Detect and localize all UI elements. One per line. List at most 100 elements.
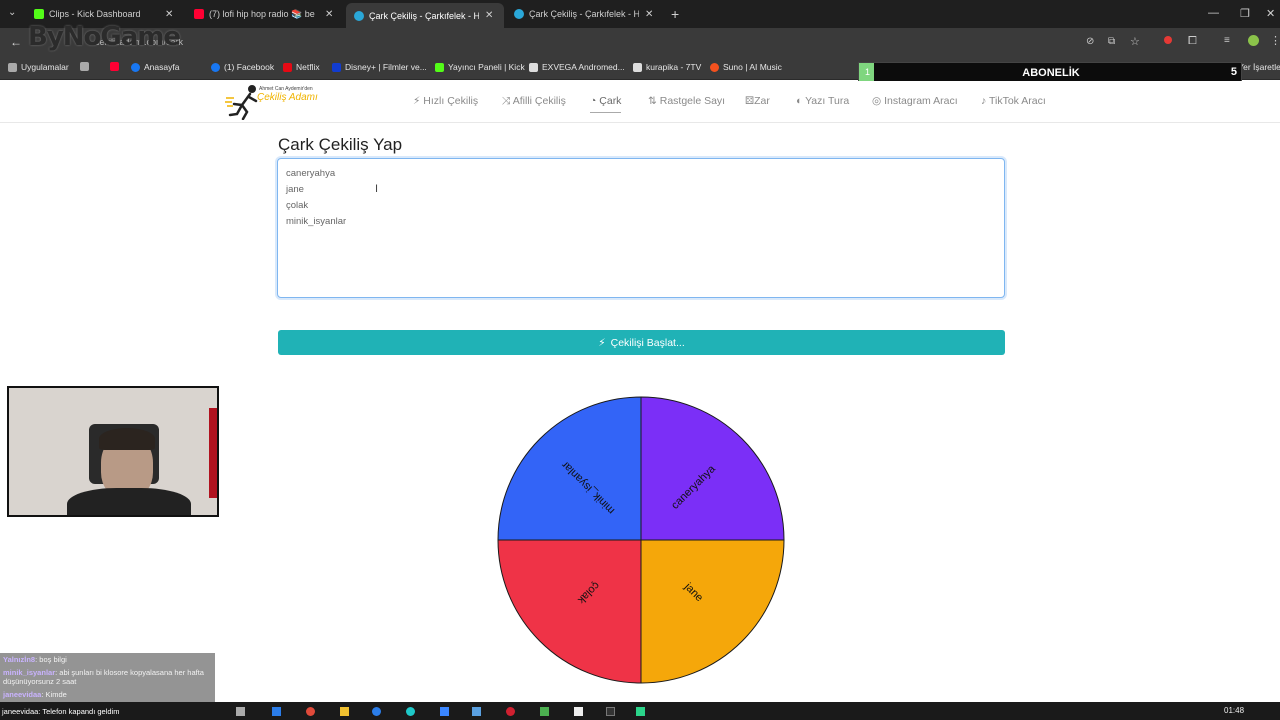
taskbar-app-icon[interactable] [606,707,615,716]
bookmark-disney[interactable]: Disney+ | Filmler ve... [332,62,427,72]
nav-rastgele-sayi[interactable]: ⇅ Rastgele Sayı [648,95,725,107]
nav-afilli-cekilis[interactable]: ⤨ Afilli Çekiliş [502,95,566,108]
taskbar-app-icon[interactable] [506,707,515,716]
nav-label: Çark [599,95,622,107]
nav-tiktok-araci[interactable]: ♪ TikTok Aracı [981,95,1046,107]
profile-avatar[interactable] [1248,35,1259,46]
nav-instagram-araci[interactable]: ◎ Instagram Aracı [872,95,958,107]
maximize-button[interactable]: ❐ [1240,7,1250,20]
bolt-icon: ⚡︎ [413,95,421,107]
extension-record-icon[interactable] [1164,36,1172,44]
nav-label: Hızlı Çekiliş [423,95,479,107]
bookmark-youtube[interactable] [110,62,123,71]
nav-zar[interactable]: ⚄Zar [745,95,770,107]
taskbar-app-icon[interactable] [306,707,315,716]
new-tab-icon[interactable]: + [671,6,679,22]
tracking-off-icon[interactable]: ⊘ [1086,36,1094,47]
taskbar-app-icon[interactable] [636,707,645,716]
webcam-red-light [209,408,217,498]
shuffle-icon: ⤨ [502,95,511,107]
prize-wheel[interactable]: caneryahyajaneçolakminik_isyanlar [496,395,786,685]
taskbar-app-icon[interactable] [372,707,381,716]
kick-favicon-icon [34,9,44,19]
start-draw-button[interactable]: ⚡︎ Çekilişi Başlat... [278,330,1005,355]
apps-grid-icon [8,62,17,72]
streamer-body [67,488,191,515]
menu-icon[interactable]: ⋮ [1270,34,1280,47]
chat-user: Yalnızİn8 [3,655,36,664]
chat-message: Yalnızİn8: boş bilgi [3,655,67,664]
extensions-icon[interactable]: ⧠ [1188,35,1197,48]
nav-cark[interactable]: ◔ Çark [590,95,622,113]
close-tab-icon[interactable]: ✕ [645,9,653,20]
media-icon[interactable]: ≡ [1224,35,1230,46]
suno-icon [710,62,719,72]
home-icon [131,62,140,72]
bookmark-facebook[interactable]: (1) Facebook [211,62,274,72]
bookmark-exvega[interactable]: EXVEGA Andromed... [529,62,625,72]
taskbar-app-icon[interactable] [540,707,549,716]
chat-user: janeevidaa [3,690,42,699]
browser-tab-4[interactable]: Çark Çekiliş - Çarkıfelek - Hızlı Ç ✕ [506,4,664,24]
tab-search-icon[interactable]: ⌄ [8,7,16,18]
install-icon[interactable]: ⧉ [1108,36,1115,47]
bookmark-label: kurapika - 7TV [646,62,702,72]
bookmark-suno[interactable]: Suno | AI Music [710,62,782,72]
close-tab-icon[interactable]: ✕ [485,10,493,21]
kick-icon [435,62,444,72]
start-button-label: Çekilişi Başlat... [610,336,685,349]
bookmark-7tv[interactable]: kurapika - 7TV [633,62,701,72]
youtube-favicon-icon [194,9,204,19]
taskbar-app-icon[interactable] [340,707,349,716]
netflix-icon [283,62,292,72]
nav-yazi-tura[interactable]: ◐ Yazı Tura [796,95,849,107]
wheel-segment [640,539,785,684]
clock[interactable]: 01:48 [1224,706,1244,715]
text-cursor-icon: I [375,183,379,195]
browser-tab-2[interactable]: (7) lofi hip hop radio 📚 be ✕ [186,4,344,24]
browser-tab-1[interactable]: Clips - Kick Dashboard ✕ [26,4,184,24]
star-icon[interactable]: ☆ [1130,35,1140,48]
bookmark-kick[interactable]: Yayıncı Paneli | Kick [435,62,525,72]
taskbar-app-icon[interactable] [272,707,281,716]
sort-icon: ⇅ [648,95,657,107]
address-bar: ← cekilisadami.com/cark ⊘ ⧉ ☆ ⧠ ≡ ⋮ [0,28,1280,56]
taskbar-app-icon[interactable] [472,707,481,716]
close-tab-icon[interactable]: ✕ [165,9,173,20]
facebook-icon [211,62,220,72]
bookmark-anasayfa[interactable]: Anasayfa [131,62,179,72]
bolt-icon: ⚡︎ [598,336,606,349]
browser-tab-3-active[interactable]: Çark Çekiliş - Çarkıfelek - H ✕ [346,3,504,28]
logo-brand: Çekiliş Adamı [257,92,318,103]
youtube-icon [110,62,119,71]
name-line: minik_isyanlar [286,216,347,227]
bookmark-netflix[interactable]: Netflix [283,62,320,72]
nav-label: Zar [754,95,770,107]
subscription-label: ABONELİK [1022,67,1080,79]
close-window-button[interactable]: ✕ [1266,7,1275,20]
taskbar-app-icon[interactable] [406,707,415,716]
names-textarea[interactable]: caneryahya jane çolak minik_isyanlar [277,158,1005,298]
tab-title: Clips - Kick Dashboard [49,9,141,19]
tiktok-icon: ♪ [981,95,987,107]
subscription-goal-bar: 1 ABONELİK 5 [858,62,1242,82]
taskbar-app-icon[interactable] [440,707,449,716]
site-favicon-icon [354,10,364,21]
site-logo[interactable]: Ahmet Can Aydemir'den Çekiliş Adamı [225,84,335,121]
bookmark-grid[interactable] [80,62,93,71]
taskbar-app-icon[interactable] [236,707,245,716]
taskbar-app-icon[interactable] [574,707,583,716]
nav-hizli-cekilis[interactable]: ⚡︎ Hızlı Çekiliş [413,95,478,107]
site-navbar: Ahmet Can Aydemir'den Çekiliş Adamı ⚡︎ H… [0,81,1280,123]
pie-icon: ◔ [590,95,597,107]
chat-message: janeevidaa: Telefon kapandı geldim [2,707,120,716]
page-title: Çark Çekiliş Yap [278,135,403,154]
bookmark-label: Suno | AI Music [723,62,782,72]
close-tab-icon[interactable]: ✕ [325,9,333,20]
bookmark-apps[interactable]: Uygulamalar [8,62,69,72]
bookmark-label: Disney+ | Filmler ve... [345,62,427,72]
back-icon[interactable]: ← [10,35,22,49]
disney-icon [332,62,341,72]
name-line: caneryahya [286,168,336,179]
minimize-button[interactable]: — [1208,7,1219,19]
